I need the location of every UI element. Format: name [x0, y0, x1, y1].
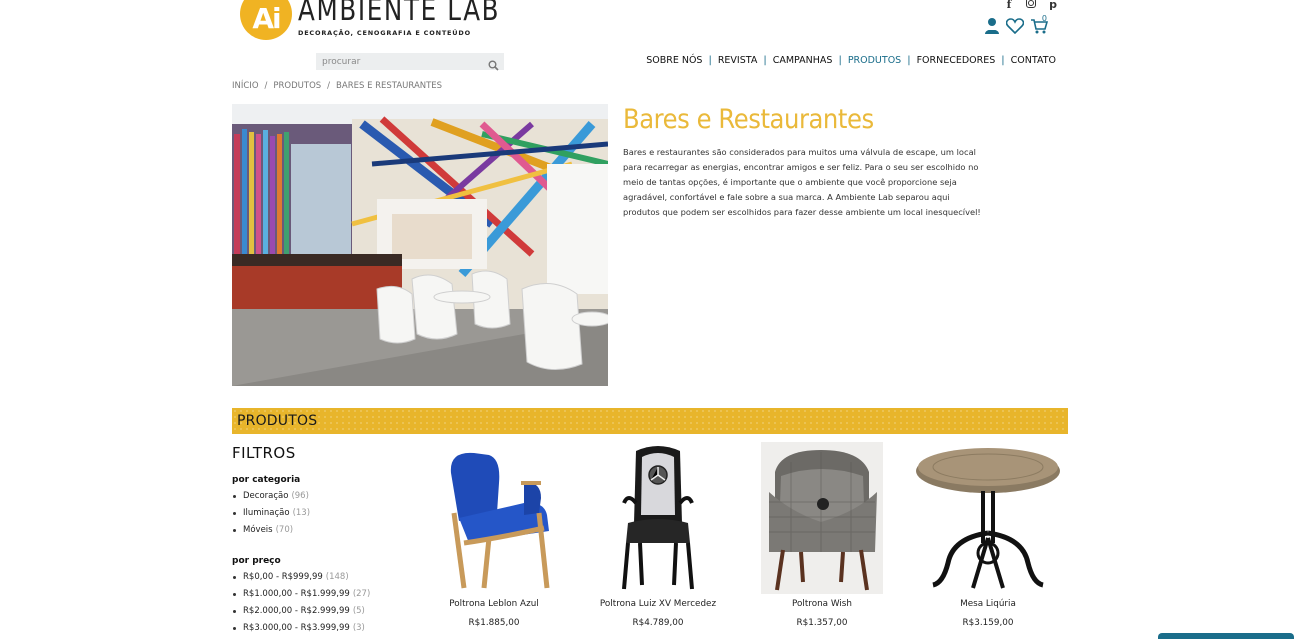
price-filter-list: R$0,00 - R$999,99 (148) R$1.000,00 - R$1.… [232, 572, 402, 639]
category-filter-list: Decoração (96) Iluminação (13) Móveis (70) [232, 491, 402, 542]
product-card[interactable]: Poltrona Leblon Azul R$1.885,00 [414, 442, 574, 628]
filter-price-1[interactable]: R$1.000,00 - R$1.999,99 (27) [232, 589, 402, 606]
breadcrumb: INÍCIO / PRODUTOS / BARES E RESTAURANTES [232, 81, 443, 91]
product-image[interactable] [578, 442, 738, 594]
product-grid: Poltrona Leblon Azul R$1.885,00 Poltrona… [414, 442, 1068, 639]
nav-campanhas[interactable]: CAMPANHAS [767, 55, 839, 66]
product-name[interactable]: Poltrona Wish [742, 599, 902, 609]
account-icon[interactable] [984, 17, 1000, 35]
product-name[interactable]: Mesa Liqúria [908, 599, 1068, 609]
products-heading-bar: PRODUTOS [232, 408, 1068, 434]
logo-mark: Ai [240, 0, 292, 40]
filters-title: FILTROS [232, 444, 296, 462]
cart-count: 0 [1041, 14, 1047, 23]
product-card[interactable]: Mesa Liqúria R$3.159,00 [908, 442, 1068, 628]
user-actions: 0 [984, 14, 1048, 35]
page-title: Bares e Restaurantes [623, 104, 874, 135]
product-image[interactable] [414, 442, 574, 594]
search-input[interactable] [316, 56, 482, 67]
hero-image [232, 104, 608, 386]
nav-fornecedores[interactable]: FORNECEDORES [911, 55, 1002, 66]
nav-contato[interactable]: CONTATO [1005, 55, 1056, 66]
filters-panel: FILTROS por categoria Decoração (96) Ilum… [232, 444, 402, 639]
product-name[interactable]: Poltrona Luiz XV Mercedez [578, 599, 738, 609]
breadcrumb-produtos[interactable]: PRODUTOS [273, 81, 321, 91]
chat-widget-tab[interactable] [1158, 633, 1294, 639]
product-price: R$3.159,00 [962, 618, 1014, 628]
nav-sobre-nos[interactable]: SOBRE NÓS [640, 55, 708, 66]
product-price: R$1.885,00 [468, 618, 520, 628]
product-image[interactable] [742, 442, 902, 594]
cart-button[interactable]: 0 [1030, 14, 1048, 35]
filter-price-3[interactable]: R$3.000,00 - R$3.999,99 (3) [232, 623, 402, 639]
search-box [316, 53, 504, 71]
category-description: Bares e restaurantes são considerados pa… [623, 147, 981, 217]
logo-name: AMBIENTE LAB [298, 0, 501, 28]
filter-category-heading: por categoria [232, 475, 301, 485]
filter-category-decoracao[interactable]: Decoração (96) [232, 491, 402, 508]
filter-price-0[interactable]: R$0,00 - R$999,99 (148) [232, 572, 402, 589]
nav-produtos[interactable]: PRODUTOS [842, 55, 907, 66]
breadcrumb-home[interactable]: INÍCIO [232, 81, 259, 91]
wishlist-heart-icon[interactable] [1006, 18, 1024, 34]
product-price: R$1.357,00 [796, 618, 848, 628]
product-card[interactable]: Poltrona Luiz XV Mercedez R$4.789,00 [578, 442, 738, 628]
product-image[interactable] [908, 442, 1068, 594]
logo[interactable]: Ai AMBIENTE LAB DECORAÇÃO, CENOGRAFIA E … [240, 0, 545, 40]
pinterest-icon[interactable]: p [1048, 0, 1058, 11]
filter-price-2[interactable]: R$2.000,00 - R$2.999,99 (5) [232, 606, 402, 623]
nav-revista[interactable]: REVISTA [712, 55, 764, 66]
instagram-icon[interactable] [1026, 0, 1036, 8]
category-intro: Bares e Restaurantes Bares e restaurante… [623, 104, 989, 220]
product-name[interactable]: Poltrona Leblon Azul [414, 599, 574, 609]
search-icon[interactable] [488, 56, 499, 75]
breadcrumb-current: BARES E RESTAURANTES [336, 81, 443, 91]
facebook-icon[interactable]: f [1004, 0, 1014, 11]
logo-tagline: DECORAÇÃO, CENOGRAFIA E CONTEÚDO [298, 29, 471, 37]
product-card[interactable]: Poltrona Wish R$1.357,00 [742, 442, 902, 628]
filter-category-moveis[interactable]: Móveis (70) [232, 525, 402, 542]
product-price: R$4.789,00 [632, 618, 684, 628]
products-heading: PRODUTOS [237, 413, 318, 429]
main-nav: SOBRE NÓS | REVISTA | CAMPANHAS | PRODUTOS |… [640, 55, 1056, 66]
filter-price-heading: por preço [232, 556, 281, 566]
social-links: f p [1004, 0, 1058, 11]
filter-category-iluminacao[interactable]: Iluminação (13) [232, 508, 402, 525]
page-container: Ai AMBIENTE LAB DECORAÇÃO, CENOGRAFIA E … [232, 0, 1068, 639]
